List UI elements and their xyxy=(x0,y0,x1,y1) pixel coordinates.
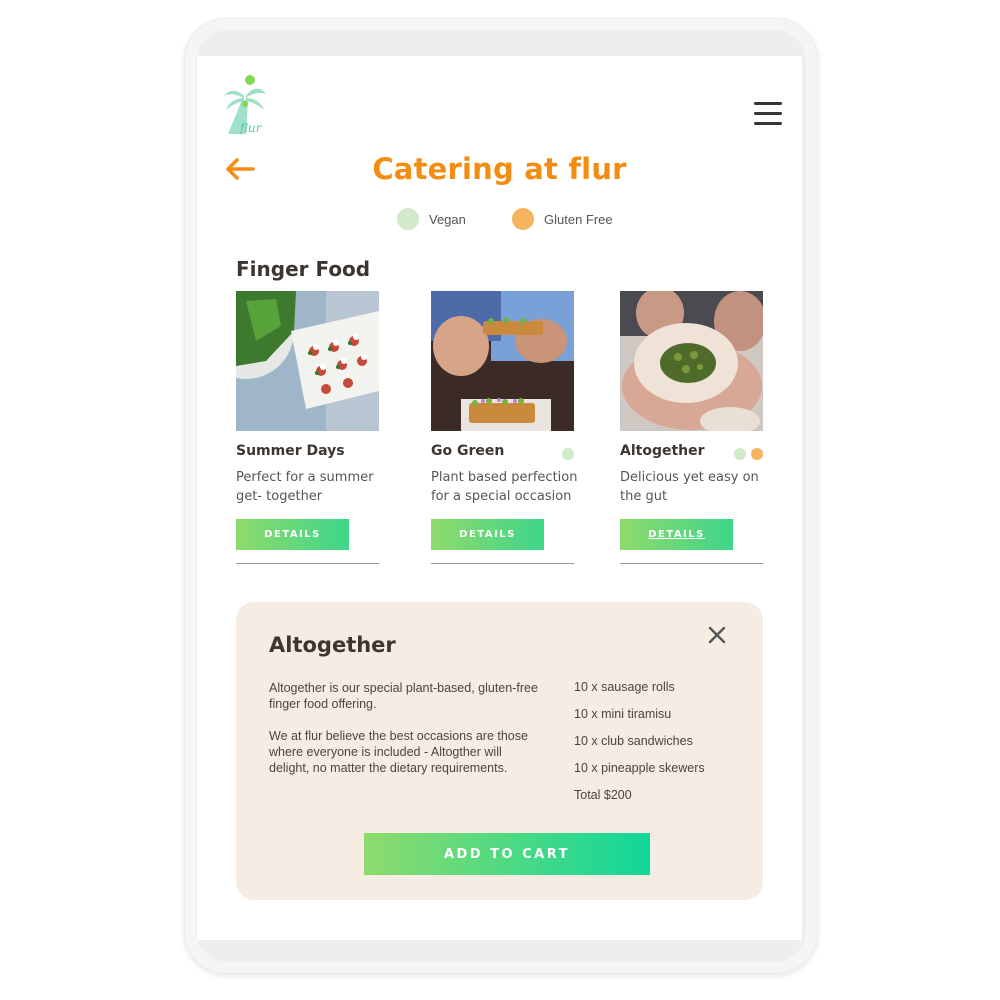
legend-vegan-label: Vegan xyxy=(429,211,466,227)
diet-badges xyxy=(729,448,763,460)
panel-paragraph: We at flur believe the best occasions ar… xyxy=(269,729,528,775)
app-screen: flur Catering at flur Vegan Gluten Free … xyxy=(197,56,802,940)
details-button[interactable]: DETAILS xyxy=(431,519,544,550)
card-go-green: Go Green Plant based perfection for a sp… xyxy=(431,291,577,564)
legend-gluten-free: Gluten Free xyxy=(512,208,613,230)
card-summer-days: Summer Days Perfect for a summer get- to… xyxy=(236,291,379,564)
gluten-free-dot-icon xyxy=(751,448,763,460)
panel-description: Altogether is our special plant-based, g… xyxy=(269,680,539,792)
list-item: 10 x club sandwiches xyxy=(574,734,693,748)
summer-days-image xyxy=(236,291,379,431)
vegan-dot-icon xyxy=(734,448,746,460)
section-title: Finger Food xyxy=(236,257,371,281)
details-button-label: DETAILS xyxy=(264,529,321,540)
details-button-label: DETAILS xyxy=(648,529,705,540)
add-to-cart-button[interactable]: ADD TO CART xyxy=(364,833,650,875)
card-name: Altogether xyxy=(620,443,705,459)
panel-total: Total $200 xyxy=(574,788,632,802)
gluten-free-dot-icon xyxy=(512,208,534,230)
details-button-label: DETAILS xyxy=(459,529,516,540)
list-item: 10 x sausage rolls xyxy=(574,680,675,694)
card-altogether: Altogether Delicious yet easy on the gut… xyxy=(620,291,763,564)
go-green-image xyxy=(431,291,574,431)
card-divider xyxy=(620,563,763,564)
product-detail-panel: Altogether Altogether is our special pla… xyxy=(236,602,763,900)
details-button[interactable]: DETAILS xyxy=(620,519,733,550)
legend-gluten-free-label: Gluten Free xyxy=(544,211,613,227)
card-divider xyxy=(431,563,574,564)
panel-paragraph: Altogether is our special plant-based, g… xyxy=(269,681,538,711)
page-title: Catering at flur xyxy=(372,152,627,186)
included-items-list: 10 x sausage rolls 10 x mini tiramisu 10… xyxy=(574,680,705,788)
diet-badges xyxy=(557,448,574,460)
flur-logo: flur xyxy=(224,75,266,135)
logo-text: flur xyxy=(239,121,263,135)
panel-title: Altogether xyxy=(269,633,396,657)
card-name: Go Green xyxy=(431,443,505,459)
hamburger-menu-icon[interactable] xyxy=(754,102,782,126)
card-description: Perfect for a summer get- together xyxy=(236,470,374,504)
add-to-cart-label: ADD TO CART xyxy=(443,846,570,862)
close-icon[interactable] xyxy=(708,626,726,644)
card-description: Plant based perfection for a special occ… xyxy=(431,470,578,504)
card-name: Summer Days xyxy=(236,443,345,459)
list-item: 10 x mini tiramisu xyxy=(574,707,672,721)
card-divider xyxy=(236,563,379,564)
legend-vegan: Vegan xyxy=(397,208,466,230)
details-button[interactable]: DETAILS xyxy=(236,519,349,550)
vegan-dot-icon xyxy=(562,448,574,460)
list-item: 10 x pineapple skewers xyxy=(574,761,705,775)
altogether-image xyxy=(620,291,763,431)
vegan-dot-icon xyxy=(397,208,419,230)
card-description: Delicious yet easy on the gut xyxy=(620,470,759,504)
